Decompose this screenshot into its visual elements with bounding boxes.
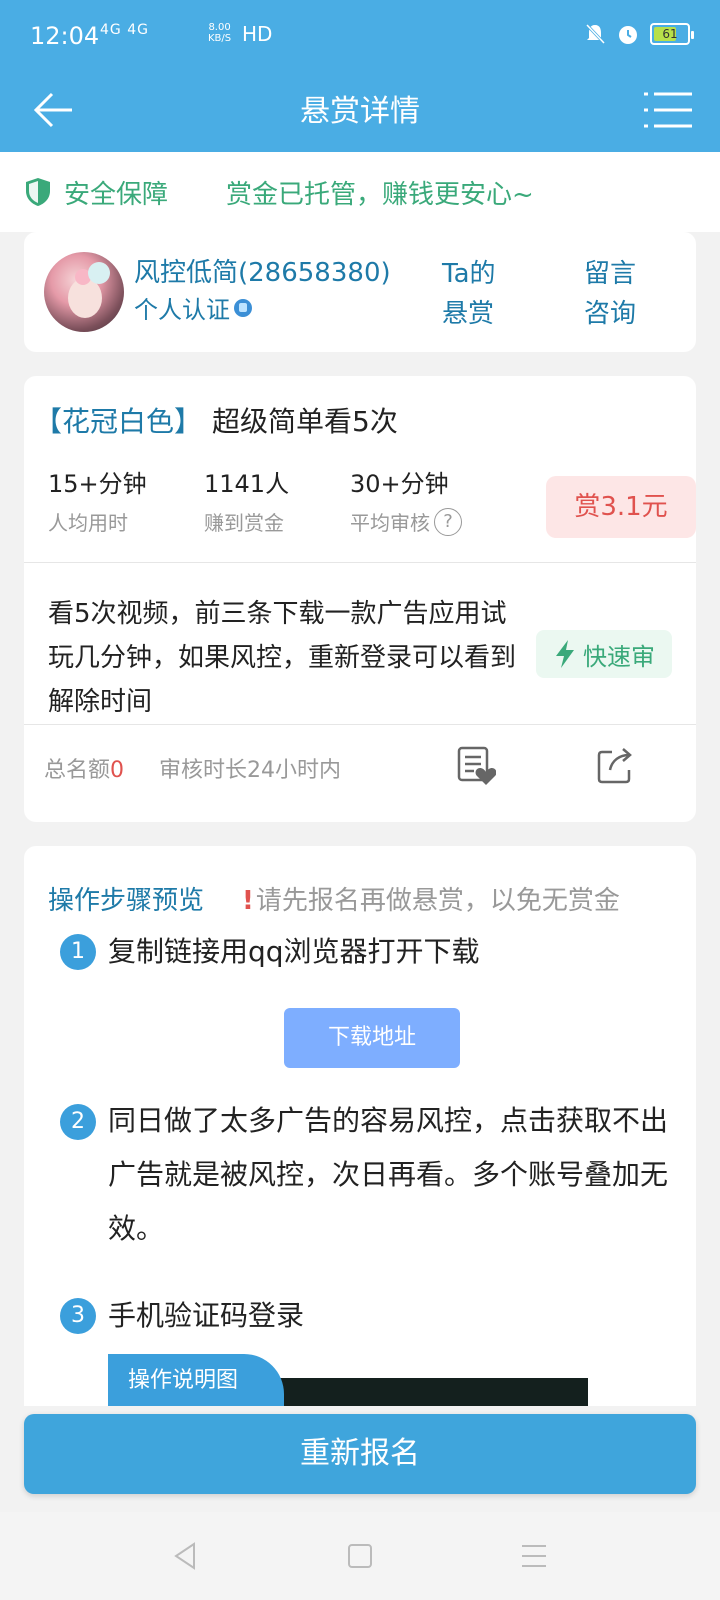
hd-indicator: HD bbox=[242, 22, 273, 46]
step-number: 2 bbox=[60, 1104, 96, 1140]
publisher-name[interactable]: 风控低简(28658380) bbox=[134, 252, 391, 289]
network-speed: 8.00 KB/S bbox=[208, 22, 232, 44]
safety-label: 安全保障 bbox=[64, 179, 169, 210]
stat-label: 人均用时 bbox=[48, 511, 128, 535]
reward-badge: 赏3.1元 bbox=[546, 476, 696, 538]
task-footer: 总名额0 审核时长24小时内 bbox=[44, 752, 341, 784]
network-indicator: 4G 4G bbox=[100, 22, 149, 38]
status-time: 12:04 bbox=[30, 22, 100, 50]
divider bbox=[24, 562, 696, 563]
publisher-rewards-link[interactable]: Ta的 悬赏 bbox=[442, 254, 512, 334]
stat-earned-count: 1141人 赚到赏金 bbox=[204, 464, 289, 536]
certification-text: 个人认证 bbox=[134, 296, 230, 324]
stat-label: 平均审核 bbox=[350, 511, 430, 535]
task-card: 【花冠白色】 超级简单看5次 15+分钟 人均用时 1141人 赚到赏金 30+分… bbox=[24, 376, 696, 822]
stat-avg-time: 15+分钟 人均用时 bbox=[48, 464, 147, 536]
publisher-card: 风控低简(28658380) 个人认证 Ta的 悬赏 留言 咨询 bbox=[24, 232, 696, 352]
step-number: 3 bbox=[60, 1298, 96, 1334]
leave-message-link[interactable]: 留言 咨询 bbox=[584, 254, 654, 334]
stat-value: 15+分钟 bbox=[48, 470, 147, 498]
stat-value: 1141人 bbox=[204, 470, 290, 498]
document-heart-icon[interactable] bbox=[456, 746, 496, 786]
safety-banner: 安全保障 赏金已托管，赚钱更安心~ bbox=[0, 152, 720, 232]
help-icon[interactable]: ? bbox=[434, 507, 462, 536]
task-title-text: 超级简单看5次 bbox=[212, 405, 398, 438]
certification-label: 个人认证 bbox=[134, 290, 252, 325]
stat-value: 30+分钟 bbox=[350, 470, 449, 498]
step-text: 手机验证码登录 bbox=[108, 1299, 305, 1332]
review-time: 审核时长24小时内 bbox=[159, 758, 342, 783]
system-nav-bar bbox=[0, 1512, 720, 1600]
re-signup-button[interactable]: 重新报名 bbox=[24, 1414, 696, 1494]
lightning-icon bbox=[556, 640, 574, 668]
fast-review-badge: 快速审 bbox=[536, 630, 672, 678]
mute-icon bbox=[585, 23, 606, 45]
task-tag: 【花冠白色】 bbox=[34, 405, 203, 438]
quota-label: 总名额 bbox=[44, 758, 111, 783]
download-button[interactable]: 下载地址 bbox=[284, 1008, 460, 1068]
certification-icon bbox=[234, 298, 252, 317]
app-bar: 悬赏详情 bbox=[0, 72, 720, 152]
share-icon[interactable] bbox=[596, 746, 634, 784]
alarm-icon bbox=[619, 26, 637, 44]
step-text: 复制链接用qq浏览器打开下载 bbox=[108, 935, 480, 968]
avatar[interactable] bbox=[44, 252, 124, 332]
step-text: 同日做了太多广告的容易风控，点击获取不出广告就是被风控，次日再看。多个账号叠加无… bbox=[108, 1104, 669, 1245]
steps-heading: 操作步骤预览 bbox=[48, 886, 205, 916]
steps-warning: !请先报名再做悬赏，以免无赏金 bbox=[242, 880, 620, 917]
menu-icon[interactable] bbox=[644, 88, 692, 132]
instruction-image-tab: 操作说明图 bbox=[108, 1354, 284, 1406]
safety-slogan: 赏金已托管，赚钱更安心~ bbox=[226, 179, 534, 210]
warning-mark: ! bbox=[242, 886, 254, 916]
stat-label: 赚到赏金 bbox=[204, 511, 284, 535]
divider bbox=[24, 724, 696, 725]
task-title: 【花冠白色】 超级简单看5次 bbox=[34, 400, 398, 440]
warning-text: 请先报名再做悬赏，以免无赏金 bbox=[255, 886, 620, 916]
instruction-image[interactable]: 操作说明图 bbox=[108, 1354, 588, 1406]
battery-icon: 61 bbox=[650, 23, 694, 45]
fast-review-label: 快速审 bbox=[583, 642, 655, 671]
stat-avg-review: 30+分钟 平均审核? bbox=[350, 464, 462, 536]
battery-level: 61 bbox=[662, 27, 678, 41]
shield-icon bbox=[26, 178, 50, 206]
page-title: 悬赏详情 bbox=[300, 94, 420, 129]
status-bar: 12:04 4G 4G 8.00 KB/S HD 61 bbox=[0, 0, 720, 72]
quota-value: 0 bbox=[110, 758, 125, 783]
nav-back-icon[interactable] bbox=[172, 1542, 200, 1570]
nav-menu-icon[interactable] bbox=[520, 1542, 548, 1570]
nav-home-icon[interactable] bbox=[346, 1542, 374, 1570]
task-description: 看5次视频，前三条下载一款广告应用试玩几分钟，如果风控，重新登录可以看到解除时间 bbox=[48, 599, 517, 717]
steps-card: 操作步骤预览 !请先报名再做悬赏，以免无赏金 1 复制链接用qq浏览器打开下载 … bbox=[24, 846, 696, 1406]
step-number: 1 bbox=[60, 934, 96, 970]
